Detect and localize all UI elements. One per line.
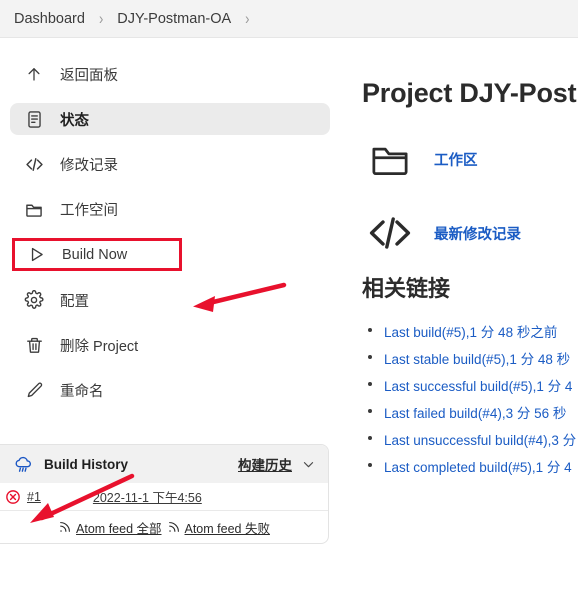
sidebar-item-label: 工作空间 <box>60 202 118 219</box>
related-link[interactable]: Last stable build(#5),1 分 48 秒 <box>384 352 570 367</box>
build-history-actions: 构建历史 <box>238 454 316 474</box>
breadcrumb-item-dashboard[interactable]: Dashboard <box>8 11 91 27</box>
build-number-link[interactable]: #1 <box>27 490 41 504</box>
list-item: Last unsuccessful build(#4),3 分 <box>362 429 578 450</box>
atom-feed-all-label: Atom feed 全部 <box>76 521 162 536</box>
atom-feed-all-link[interactable]: Atom feed 全部 <box>58 518 162 537</box>
chevron-down-icon[interactable] <box>301 457 316 472</box>
sidebar-item-delete-project[interactable]: 删除 Project <box>10 329 330 361</box>
breadcrumb: Dashboard › DJY-Postman-OA › <box>0 0 578 38</box>
sidebar-item-label: 配置 <box>60 293 89 310</box>
rss-icon <box>58 520 72 534</box>
page-title: Project DJY-Postm <box>362 78 578 108</box>
list-item: Last completed build(#5),1 分 4 <box>362 456 578 477</box>
workspace-link-label: 工作区 <box>434 152 478 169</box>
code-icon <box>362 209 418 257</box>
pencil-icon <box>22 378 46 402</box>
atom-feed-failed-link[interactable]: Atom feed 失败 <box>167 518 270 537</box>
gear-icon <box>22 288 46 312</box>
sidebar-item-configure[interactable]: 配置 <box>10 284 330 316</box>
build-history-header: Build History 构建历史 <box>0 445 328 483</box>
sidebar-item-status[interactable]: 状态 <box>10 103 330 135</box>
sidebar-item-changes[interactable]: 修改记录 <box>10 148 330 180</box>
page-body: 返回面板 状态 修改记录 工作空间 Build Now 配置 删除 Projec… <box>0 38 578 589</box>
sidebar-item-workspace[interactable]: 工作空间 <box>10 193 330 225</box>
sidebar-item-build-now[interactable]: Build Now <box>12 238 182 271</box>
main-content: Project DJY-Postm 工作区 最新修改记录 相关链接 Last b… <box>362 38 578 483</box>
sidebar-item-rename[interactable]: 重命名 <box>10 374 330 406</box>
related-links-heading: 相关链接 <box>362 276 451 301</box>
sidebar-item-back-to-dashboard[interactable]: 返回面板 <box>10 58 330 90</box>
workspace-shortcut[interactable]: 工作区 <box>362 137 578 181</box>
breadcrumb-item-project[interactable]: DJY-Postman-OA <box>111 11 237 27</box>
up-arrow-icon <box>22 62 46 86</box>
sidebar-item-label: 删除 Project <box>60 338 139 355</box>
folder-icon <box>22 197 46 221</box>
sidebar-item-label: Build Now <box>62 246 128 263</box>
breadcrumb-separator-icon: › <box>98 9 104 28</box>
sidebar-item-label: 状态 <box>60 112 89 129</box>
folder-icon <box>362 137 418 181</box>
related-links-list: Last build(#5),1 分 48 秒之前 Last stable bu… <box>362 321 578 477</box>
related-link[interactable]: Last unsuccessful build(#4),3 分 <box>384 433 576 448</box>
build-timestamp-link[interactable]: 2022-11-1 下午4:56 <box>93 487 202 506</box>
related-link[interactable]: Last failed build(#4),3 分 56 秒 <box>384 406 566 421</box>
trash-icon <box>22 333 46 357</box>
build-history-title: Build History <box>44 456 129 472</box>
sidebar-item-label: 返回面板 <box>60 67 118 84</box>
failed-red-x-icon <box>4 488 22 506</box>
rain-cloud-icon <box>10 451 36 477</box>
recent-changes-shortcut[interactable]: 最新修改记录 <box>362 209 578 257</box>
list-item: Last stable build(#5),1 分 48 秒 <box>362 348 578 369</box>
breadcrumb-separator-icon-2: › <box>245 9 250 28</box>
build-history-link[interactable]: 构建历史 <box>238 454 292 474</box>
sidebar: 返回面板 状态 修改记录 工作空间 Build Now 配置 删除 Projec… <box>0 38 340 419</box>
list-item: Last build(#5),1 分 48 秒之前 <box>362 321 578 342</box>
related-link[interactable]: Last build(#5),1 分 48 秒之前 <box>384 325 557 340</box>
related-link[interactable]: Last completed build(#5),1 分 4 <box>384 460 572 475</box>
build-history-row[interactable]: #1 2022-11-1 下午4:56 <box>0 483 328 510</box>
recent-changes-link-label: 最新修改记录 <box>434 226 521 243</box>
rss-icon <box>167 520 181 534</box>
list-item: Last failed build(#4),3 分 56 秒 <box>362 402 578 423</box>
sidebar-item-label: 重命名 <box>60 383 104 400</box>
build-history-footer: Atom feed 全部 Atom feed 失败 <box>0 510 328 543</box>
related-link[interactable]: Last successful build(#5),1 分 4 <box>384 379 572 394</box>
code-icon <box>22 152 46 176</box>
atom-feed-failed-label: Atom feed 失败 <box>184 521 270 536</box>
list-item: Last successful build(#5),1 分 4 <box>362 375 578 396</box>
play-icon <box>24 243 48 267</box>
document-icon <box>22 107 46 131</box>
sidebar-item-label: 修改记录 <box>60 157 118 174</box>
build-history-panel: Build History 构建历史 #1 2022-11-1 下午4:56 A… <box>0 444 329 544</box>
